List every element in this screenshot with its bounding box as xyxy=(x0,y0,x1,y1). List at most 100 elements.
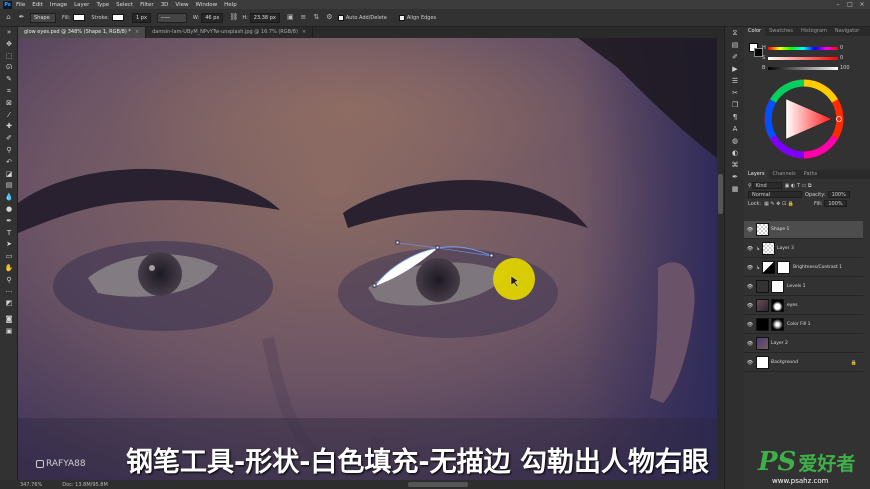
gradient-tool-icon[interactable]: ▤ xyxy=(0,180,18,192)
lock-icons[interactable]: ▦ ✎ ✥ ⊡ 🔒 xyxy=(764,201,794,207)
doc-tab-glow-eyes[interactable]: glow eyes.psd @ 348% (Shape 1, RGB/8) * × xyxy=(18,27,147,38)
hue-value[interactable]: 0 xyxy=(840,45,843,51)
blur-tool-icon[interactable]: 💧 xyxy=(0,192,18,204)
pen-tool-icon[interactable]: ✒ xyxy=(0,216,18,228)
layer-row[interactable]: 👁 ↳ Brightness/Contrast 1 xyxy=(744,259,863,277)
fill-input[interactable]: 100% xyxy=(824,200,847,207)
menu-file[interactable]: File xyxy=(16,2,25,8)
menu-type[interactable]: Type xyxy=(96,2,109,8)
dodge-tool-icon[interactable]: ● xyxy=(0,204,18,216)
path-alignment-icon[interactable]: ≡ xyxy=(299,13,308,22)
screen-mode-icon[interactable]: ▣ xyxy=(0,326,18,338)
hue-slider[interactable] xyxy=(768,47,838,50)
visibility-eye-icon[interactable]: 👁 xyxy=(744,360,756,366)
crop-tool-icon[interactable]: ⌗ xyxy=(0,86,18,98)
glyphs-icon[interactable]: ⌘ xyxy=(725,159,745,171)
menu-image[interactable]: Image xyxy=(50,2,67,8)
lock-icon[interactable]: 🔒 xyxy=(851,360,857,366)
stroke-type-select[interactable]: ─── xyxy=(156,12,187,23)
3d-icon[interactable]: ❒ xyxy=(725,99,745,111)
actions-icon[interactable]: ▶ xyxy=(725,63,745,75)
menu-edit[interactable]: Edit xyxy=(32,2,43,8)
paragraph-icon[interactable]: ¶ xyxy=(725,111,745,123)
tab-navigator[interactable]: Navigator xyxy=(831,27,863,36)
visibility-eye-icon[interactable]: 👁 xyxy=(744,284,756,290)
close-tab-icon[interactable]: × xyxy=(302,29,306,35)
eraser-tool-icon[interactable]: ◪ xyxy=(0,169,18,181)
menu-3d[interactable]: 3D xyxy=(161,2,169,8)
menu-help[interactable]: Help xyxy=(224,2,237,8)
quick-select-tool-icon[interactable]: ✎ xyxy=(0,74,18,86)
foreground-background-color-icon[interactable]: ◩ xyxy=(0,298,18,314)
fill-swatch[interactable] xyxy=(73,14,86,21)
layer-filter-select[interactable]: Kind xyxy=(751,182,782,189)
quick-mask-icon[interactable]: ◙ xyxy=(0,314,18,326)
opacity-input[interactable]: 100% xyxy=(827,191,850,198)
tab-swatches[interactable]: Swatches xyxy=(765,27,797,36)
channels-icon[interactable]: ▦ xyxy=(725,183,745,195)
brightness-slider[interactable] xyxy=(768,67,838,70)
horizontal-scrollbar[interactable] xyxy=(408,482,468,487)
brightness-value[interactable]: 100 xyxy=(840,65,850,71)
home-icon[interactable]: ⌂ xyxy=(4,13,13,22)
layer-row[interactable]: 👁 eyes xyxy=(744,297,863,315)
zoom-level[interactable]: 347.76% xyxy=(20,482,42,488)
menu-select[interactable]: Select xyxy=(116,2,133,8)
stroke-swatch[interactable] xyxy=(112,14,124,21)
scrollbar-thumb[interactable] xyxy=(718,174,723,214)
path-operations-icon[interactable]: ▣ xyxy=(286,13,295,22)
type-tool-icon[interactable]: T xyxy=(0,228,18,240)
frame-tool-icon[interactable]: ⊠ xyxy=(0,98,18,110)
brush-settings-icon[interactable]: ✐ xyxy=(725,51,745,63)
layer-row[interactable]: 👁 ↳ Layer 3 xyxy=(744,240,863,258)
height-input[interactable]: 23.38 px xyxy=(249,12,280,23)
styles-icon[interactable]: ◍ xyxy=(725,135,745,147)
collapse-icon[interactable]: » xyxy=(0,27,18,39)
tab-channels[interactable]: Channels xyxy=(769,170,800,179)
fg-bg-swatches[interactable] xyxy=(749,43,763,57)
eyedropper-tool-icon[interactable]: ⁄ xyxy=(0,110,18,122)
tool-mode-select[interactable]: Shape xyxy=(30,12,56,23)
width-input[interactable]: 46 px xyxy=(201,12,224,23)
close-tab-icon[interactable]: × xyxy=(135,29,139,35)
link-icon[interactable]: ⛓ xyxy=(229,13,238,22)
layer-row[interactable]: 👁 Levels 1 xyxy=(744,278,863,296)
saturation-value[interactable]: 0 xyxy=(840,55,843,61)
menu-filter[interactable]: Filter xyxy=(140,2,154,8)
move-tool-icon[interactable]: ✥ xyxy=(0,39,18,51)
stroke-width-input[interactable]: 1 px xyxy=(132,12,151,23)
menu-layer[interactable]: Layer xyxy=(74,2,89,8)
color-wheel[interactable] xyxy=(764,79,844,159)
menu-window[interactable]: Window xyxy=(195,2,217,8)
visibility-eye-icon[interactable]: 👁 xyxy=(744,341,756,347)
filter-icons[interactable]: ▣ ◐ T ▭ ⧉ xyxy=(785,183,812,189)
tab-histogram[interactable]: Histogram xyxy=(797,27,831,36)
blend-mode-select[interactable]: Normal xyxy=(748,191,802,198)
visibility-eye-icon[interactable]: 👁 xyxy=(744,265,756,271)
marquee-tool-icon[interactable]: ⬚ xyxy=(0,51,18,63)
layer-row[interactable]: 👁 Color Fill 1 xyxy=(744,316,863,334)
layer-row[interactable]: 👁 Background 🔒 xyxy=(744,354,863,372)
vertical-scrollbar[interactable] xyxy=(717,38,724,480)
path-arrangement-icon[interactable]: ⇅ xyxy=(312,13,321,22)
more-tools-icon[interactable]: ··· xyxy=(0,287,18,299)
pen-tool-preset-icon[interactable]: ✒ xyxy=(17,13,26,22)
history-icon[interactable]: ⧖ xyxy=(725,27,745,39)
maximize-button[interactable]: □ xyxy=(844,0,856,9)
clone-stamp-tool-icon[interactable]: ⚲ xyxy=(0,145,18,157)
tab-layers[interactable]: Layers xyxy=(744,170,769,179)
settings-gear-icon[interactable]: ⚙ xyxy=(325,13,334,22)
path-selection-tool-icon[interactable]: ➤ xyxy=(0,239,18,251)
doc-tab-unsplash[interactable]: damsin-lam-UByM_NPvYTw-unsplash.jpg @ 16… xyxy=(146,27,314,38)
align-edges-checkbox[interactable] xyxy=(398,14,405,21)
character-icon[interactable]: A xyxy=(725,123,745,135)
menu-view[interactable]: View xyxy=(175,2,188,8)
tab-paths[interactable]: Paths xyxy=(800,170,822,179)
minimize-button[interactable]: – xyxy=(832,0,844,9)
history-brush-tool-icon[interactable]: ↶ xyxy=(0,157,18,169)
brush-tool-icon[interactable]: ✐ xyxy=(0,133,18,145)
healing-brush-tool-icon[interactable]: ✚ xyxy=(0,121,18,133)
paths-icon[interactable]: ✒ xyxy=(725,171,745,183)
zoom-tool-icon[interactable]: ⚲ xyxy=(0,275,18,287)
hand-tool-icon[interactable]: ✋ xyxy=(0,263,18,275)
